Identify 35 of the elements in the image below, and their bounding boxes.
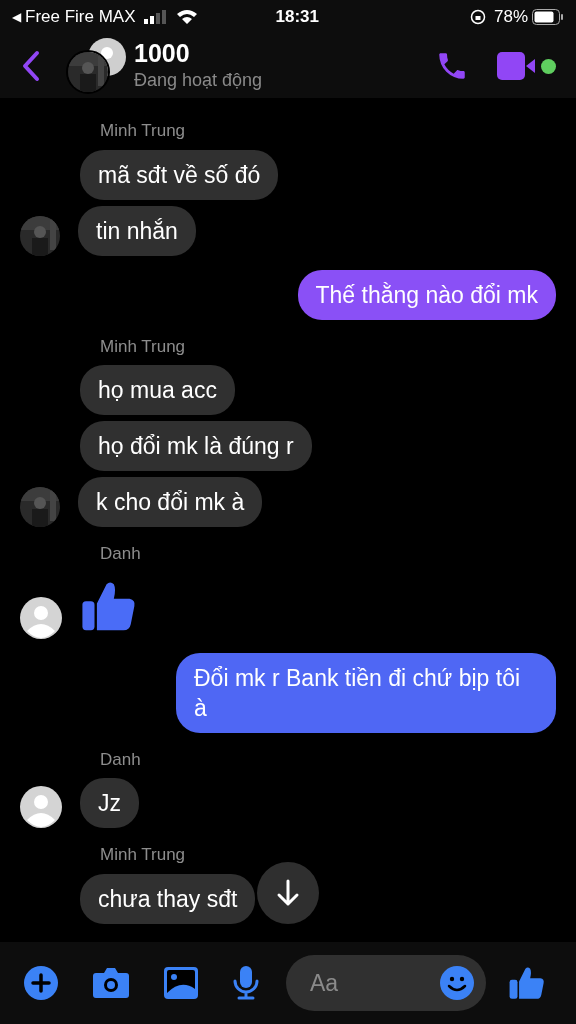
wifi-icon	[175, 9, 198, 25]
message-bubble: mã sđt về số đó	[80, 149, 279, 200]
arrow-down-icon	[276, 879, 300, 907]
clock-time: 18:31	[275, 6, 319, 29]
message-bubble: k cho đổi mk à	[78, 477, 263, 527]
back-icon[interactable]	[20, 50, 42, 82]
emoji-icon[interactable]	[440, 966, 474, 1000]
message-bubble: Thế thằng nào đổi mk	[297, 269, 556, 320]
sender-name: Minh Trung	[100, 335, 187, 358]
sender-name: Danh	[100, 543, 142, 565]
avatar-icon	[20, 786, 62, 828]
avatar-icon	[20, 596, 62, 639]
image-icon[interactable]	[164, 967, 198, 999]
message-bubble: chưa thay sđt	[80, 873, 256, 924]
sender-name: Danh	[100, 748, 142, 771]
plus-icon[interactable]	[24, 966, 58, 1000]
message-bubble: Đổi mk r Bank tiền đi chứ bịp tôi à	[176, 652, 556, 733]
battery-icon	[532, 9, 564, 25]
chat-title: 1000	[134, 38, 191, 67]
video-call-icon[interactable]	[497, 52, 537, 80]
message-bubble: họ đổi mk là đúng r	[80, 421, 312, 471]
signal-icon	[143, 10, 168, 24]
message-bubble: tin nhắn	[78, 205, 196, 256]
message-field[interactable]: Aa	[286, 955, 486, 1011]
camera-icon[interactable]	[92, 967, 130, 999]
sender-name: Minh Trung	[100, 120, 187, 142]
active-status: Đang hoạt động	[134, 68, 263, 92]
message-bubble: họ mua acc	[80, 365, 235, 415]
battery-percent: 78%	[493, 6, 528, 29]
back-app-label[interactable]: Free Fire MAX	[25, 4, 136, 30]
message-bubble: Jz	[80, 778, 139, 828]
sender-name: Minh Trung	[100, 844, 187, 866]
rotation-lock-icon	[469, 9, 486, 25]
microphone-icon[interactable]	[232, 966, 260, 1000]
back-app-arrow[interactable]: ◀	[12, 8, 21, 26]
